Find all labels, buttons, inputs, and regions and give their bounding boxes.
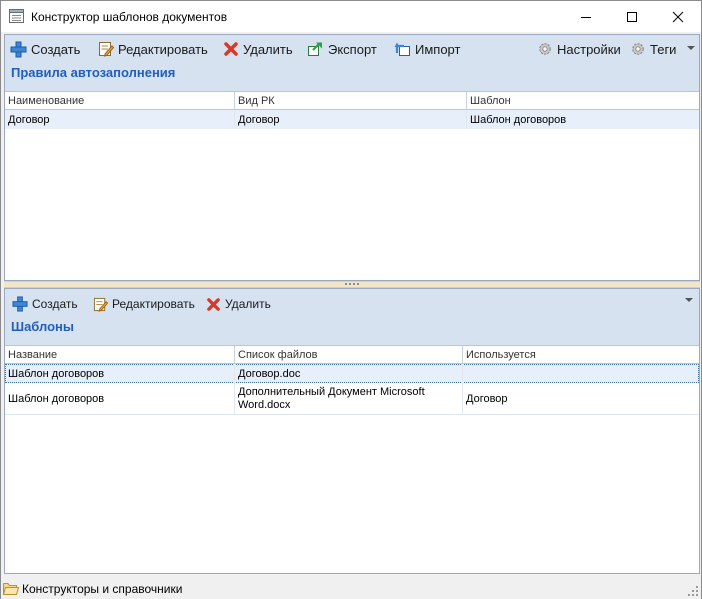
main-window: Конструктор шаблонов документов Создать: [0, 0, 702, 599]
settings-label: Настройки: [557, 41, 621, 57]
import-icon: [394, 42, 410, 56]
templates-delete-label: Удалить: [225, 297, 271, 311]
rules-toolbar: Создать Редактировать Удалить Экспорт Им…: [5, 35, 699, 61]
rules-edit-button[interactable]: Редактировать: [98, 39, 208, 59]
rules-grid-header: Наименование Вид РК Шаблон: [5, 91, 699, 110]
table-row[interactable]: Договор Договор Шаблон договоров: [5, 110, 699, 129]
maximize-button[interactable]: [609, 1, 655, 32]
delete-icon: [224, 42, 238, 56]
edit-document-icon: [93, 297, 108, 312]
templates-delete-button[interactable]: Удалить: [206, 294, 271, 314]
rules-delete-button[interactable]: Удалить: [223, 39, 293, 59]
templates-edit-button[interactable]: Редактировать: [93, 294, 195, 314]
templates-panel: Создать Редактировать Удалить Шаблоны На…: [4, 288, 700, 574]
rules-export-button[interactable]: Экспорт: [307, 39, 377, 59]
table-row[interactable]: Шаблон договоров Дополнительный Документ…: [5, 383, 699, 415]
cell-rk-type: Договор: [235, 110, 467, 129]
templates-title: Шаблоны: [11, 319, 74, 334]
maximize-icon: [627, 11, 637, 22]
rules-panel-header: Создать Редактировать Удалить Экспорт Им…: [5, 35, 699, 91]
table-row[interactable]: Шаблон договоров Договор.doc: [5, 364, 699, 383]
rules-edit-label: Редактировать: [118, 41, 208, 57]
settings-button[interactable]: Настройки: [537, 39, 621, 59]
rules-create-label: Создать: [31, 41, 81, 57]
templates-edit-label: Редактировать: [112, 297, 195, 311]
cell-template: Шаблон договоров: [470, 113, 567, 126]
edit-document-icon: [99, 42, 114, 57]
export-icon: [308, 42, 322, 56]
minimize-button[interactable]: [563, 1, 609, 32]
rules-import-button[interactable]: Импорт: [394, 39, 460, 59]
rules-panel: Создать Редактировать Удалить Экспорт Им…: [4, 34, 700, 281]
window-title: Конструктор шаблонов документов: [31, 10, 228, 24]
templates-panel-header: Создать Редактировать Удалить Шаблоны: [5, 289, 699, 345]
gear-icon: [632, 43, 644, 55]
delete-icon: [207, 297, 220, 311]
cell-used-by: Договор: [466, 392, 508, 405]
column-header-name[interactable]: Наименование: [5, 92, 235, 110]
templates-toolbar: Создать Редактировать Удалить: [5, 289, 699, 315]
resize-grip-icon[interactable]: [688, 586, 698, 596]
cell-file-list: Дополнительный Документ Microsoft Word.d…: [235, 383, 463, 414]
title-bar[interactable]: Конструктор шаблонов документов: [1, 1, 701, 32]
chevron-down-icon: [687, 46, 695, 50]
templates-create-label: Создать: [32, 297, 78, 311]
column-header-file-list[interactable]: Список файлов: [235, 346, 463, 364]
close-icon: [672, 11, 684, 22]
rules-delete-label: Удалить: [243, 41, 293, 57]
templates-toolbar-overflow-button[interactable]: [685, 291, 693, 311]
status-bar: Конструкторы и справочники: [1, 578, 701, 599]
form-icon: [9, 9, 24, 23]
rules-title: Правила автозаполнения: [11, 65, 176, 80]
rules-import-label: Импорт: [415, 41, 461, 57]
templates-grid-header: Название Список файлов Используется: [5, 345, 699, 364]
plus-icon: [12, 296, 28, 312]
column-header-title[interactable]: Название: [5, 346, 235, 364]
tags-label: Теги: [650, 41, 677, 57]
rules-toolbar-overflow-button[interactable]: [687, 39, 695, 59]
rules-export-label: Экспорт: [328, 41, 377, 57]
column-header-template[interactable]: Шаблон: [467, 92, 699, 110]
panel-splitter[interactable]: [4, 281, 700, 288]
templates-create-button[interactable]: Создать: [12, 294, 78, 314]
column-header-rk-type[interactable]: Вид РК: [235, 92, 467, 110]
cell-title: Шаблон договоров: [5, 364, 235, 383]
cell-title: Шаблон договоров: [5, 383, 235, 414]
gear-icon: [539, 43, 551, 55]
cell-file-list: Договор.doc: [235, 364, 463, 383]
plus-icon: [10, 41, 27, 57]
close-button[interactable]: [655, 1, 701, 32]
rules-create-button[interactable]: Создать: [10, 39, 80, 59]
chevron-down-icon: [685, 298, 693, 302]
column-header-used-by[interactable]: Используется: [463, 346, 699, 364]
minimize-icon: [581, 16, 591, 18]
grip-icon: [345, 283, 359, 285]
cell-used-by: [463, 364, 699, 383]
status-text: Конструкторы и справочники: [22, 582, 183, 596]
cell-name: Договор: [5, 110, 235, 129]
folder-icon: [3, 583, 19, 595]
tags-button[interactable]: Теги: [630, 39, 676, 59]
